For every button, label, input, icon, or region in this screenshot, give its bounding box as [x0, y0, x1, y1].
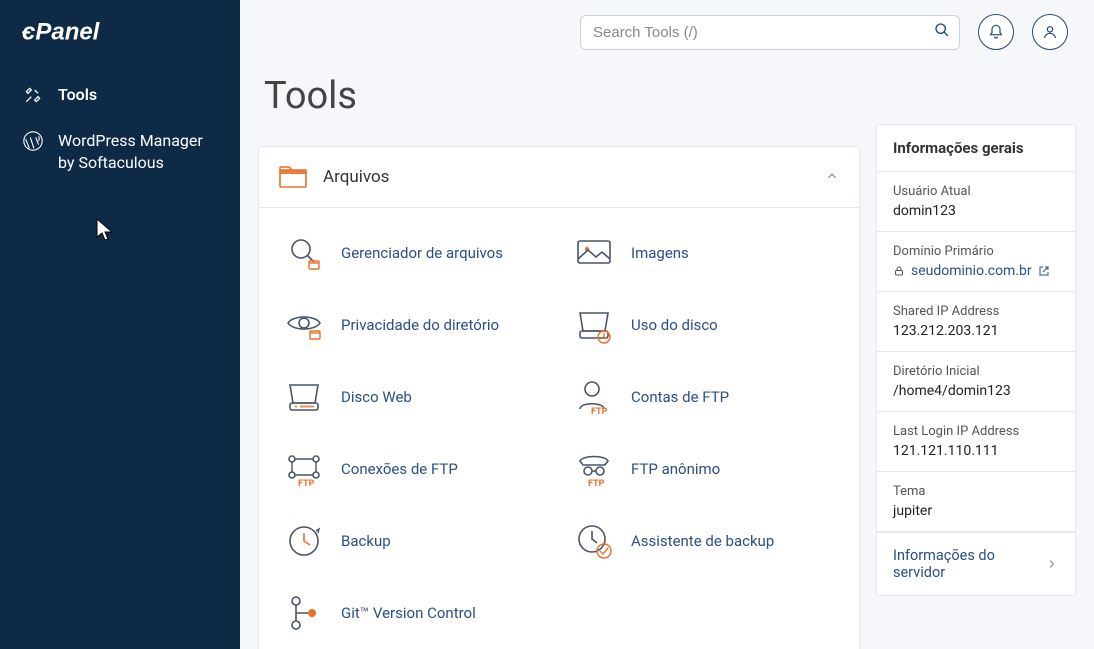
backup-icon: [283, 520, 325, 562]
info-current-user: Usuário Atual domin123: [877, 172, 1075, 232]
folder-icon: [279, 163, 307, 191]
privacy-icon: [283, 304, 325, 346]
bell-icon: [988, 24, 1004, 40]
right-column: Informações gerais Usuário Atual domin12…: [876, 124, 1076, 631]
topbar: [240, 0, 1094, 64]
ftp-accounts-icon: FTP: [573, 376, 615, 418]
content: Tools Arquivos Gerenciador de arquivos: [240, 64, 1094, 649]
info-label: Domínio Primário: [893, 244, 1059, 259]
panel-files-header[interactable]: Arquivos: [259, 147, 859, 207]
git-icon: [283, 592, 325, 634]
tool-ftp-connections[interactable]: FTP Conexões de FTP: [279, 438, 549, 500]
info-panel: Informações gerais Usuário Atual domin12…: [876, 124, 1076, 596]
tool-label: Uso do disco: [631, 316, 718, 334]
info-value[interactable]: seudominio.com.br: [893, 263, 1059, 279]
svg-text:FTP: FTP: [588, 479, 605, 489]
sidebar-item-tools[interactable]: Tools: [0, 72, 240, 118]
svg-text:FTP: FTP: [591, 407, 608, 417]
tool-label: Assistente de backup: [631, 532, 774, 550]
user-icon: [1042, 24, 1058, 40]
external-link-icon: [1038, 265, 1050, 277]
panel-files: Arquivos Gerenciador de arquivos Imagens: [258, 146, 860, 649]
ftp-anonymous-icon: FTP: [573, 448, 615, 490]
info-label: Usuário Atual: [893, 184, 1059, 199]
info-label: Diretório Inicial: [893, 364, 1059, 379]
search-container: [580, 15, 960, 50]
tool-label: Conexões de FTP: [341, 460, 458, 478]
sidebar-item-label: WordPress Manager by Softaculous: [58, 130, 218, 175]
info-label: Last Login IP Address: [893, 424, 1059, 439]
info-home-dir: Diretório Inicial /home4/domin123: [877, 352, 1075, 412]
tool-ftp-anonymous[interactable]: FTP FTP anônimo: [569, 438, 839, 500]
tool-label: Disco Web: [341, 388, 412, 406]
images-icon: [573, 232, 615, 274]
info-label: Shared IP Address: [893, 304, 1059, 319]
info-shared-ip: Shared IP Address 123.212.203.121: [877, 292, 1075, 352]
tool-label: Backup: [341, 532, 391, 550]
info-primary-domain: Domínio Primário seudominio.com.br: [877, 232, 1075, 292]
tool-label: Gerenciador de arquivos: [341, 244, 503, 262]
file-manager-icon: [283, 232, 325, 274]
chevron-up-icon: [825, 168, 839, 187]
tool-git[interactable]: Git™ Version Control: [279, 582, 549, 644]
page-title: Tools: [258, 64, 860, 128]
info-theme: Tema jupiter: [877, 472, 1075, 532]
svg-text:cPanel: cPanel: [22, 19, 101, 46]
server-info-link[interactable]: Informações do servidor: [877, 532, 1075, 595]
sidebar-item-label: Tools: [58, 84, 218, 106]
tool-label: Privacidade do diretório: [341, 316, 499, 334]
search-input[interactable]: [580, 15, 960, 50]
tool-ftp-accounts[interactable]: FTP Contas de FTP: [569, 366, 839, 428]
tool-label: FTP anônimo: [631, 460, 720, 478]
info-title: Informações gerais: [877, 125, 1075, 172]
web-disk-icon: [283, 376, 325, 418]
wordpress-icon: [22, 130, 44, 152]
left-column: Tools Arquivos Gerenciador de arquivos: [258, 64, 860, 631]
tool-label: Contas de FTP: [631, 388, 729, 406]
lock-icon: [893, 265, 905, 277]
tool-disk-usage[interactable]: Uso do disco: [569, 294, 839, 356]
sidebar-item-wordpress[interactable]: WordPress Manager by Softaculous: [0, 118, 240, 187]
main: Tools Arquivos Gerenciador de arquivos: [240, 0, 1094, 649]
info-last-login: Last Login IP Address 121.121.110.111: [877, 412, 1075, 472]
search-icon[interactable]: [934, 22, 950, 42]
chevron-right-icon: [1045, 557, 1059, 571]
tool-label: Imagens: [631, 244, 689, 262]
backup-wizard-icon: [573, 520, 615, 562]
sidebar: cPanel Tools WordPress Manager by Softac…: [0, 0, 240, 649]
tool-directory-privacy[interactable]: Privacidade do diretório: [279, 294, 549, 356]
tool-file-manager[interactable]: Gerenciador de arquivos: [279, 222, 549, 284]
panel-title: Arquivos: [323, 167, 809, 187]
domain-link: seudominio.com.br: [911, 263, 1032, 279]
user-button[interactable]: [1032, 14, 1068, 50]
info-label: Tema: [893, 484, 1059, 499]
cpanel-logo[interactable]: cPanel: [0, 18, 240, 72]
link-label: Informações do servidor: [893, 547, 1045, 581]
panel-files-body: Gerenciador de arquivos Imagens Privacid…: [259, 207, 859, 649]
tool-images[interactable]: Imagens: [569, 222, 839, 284]
tools-icon: [22, 84, 44, 106]
tool-label: Git™ Version Control: [341, 604, 476, 622]
info-value: 123.212.203.121: [893, 323, 1059, 339]
tool-web-disk[interactable]: Disco Web: [279, 366, 549, 428]
disk-usage-icon: [573, 304, 615, 346]
svg-text:FTP: FTP: [298, 479, 315, 489]
tool-backup[interactable]: Backup: [279, 510, 549, 572]
info-value: /home4/domin123: [893, 383, 1059, 399]
info-value: domin123: [893, 203, 1059, 219]
info-value: jupiter: [893, 503, 1059, 519]
ftp-connections-icon: FTP: [283, 448, 325, 490]
info-value: 121.121.110.111: [893, 443, 1059, 459]
notifications-button[interactable]: [978, 14, 1014, 50]
tool-backup-wizard[interactable]: Assistente de backup: [569, 510, 839, 572]
